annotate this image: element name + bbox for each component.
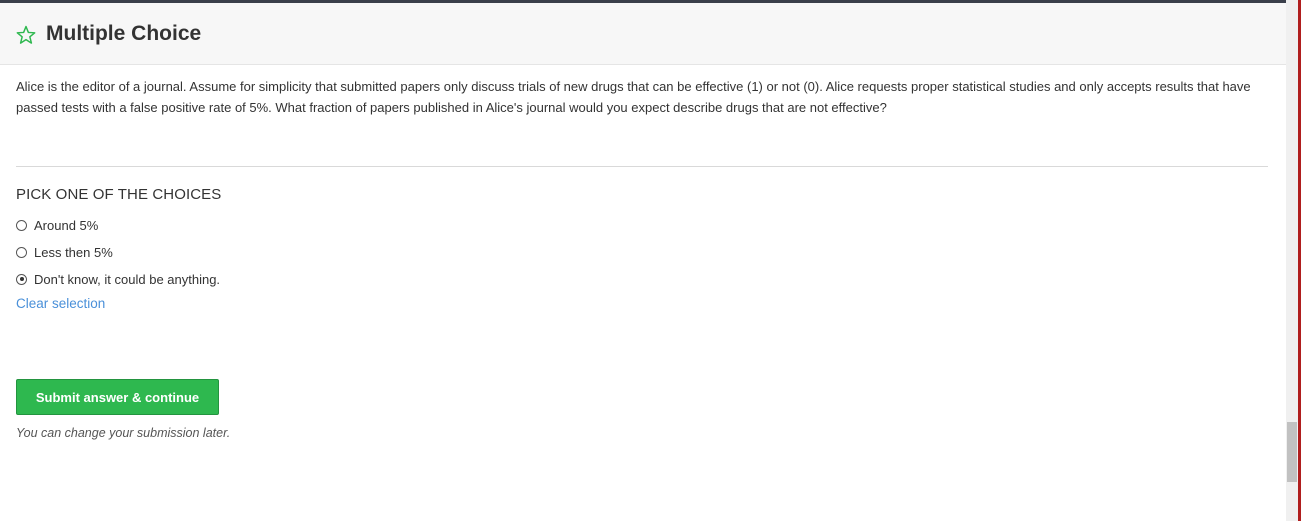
divider [16, 166, 1268, 167]
choice-label: Around 5% [34, 217, 99, 233]
question-header: Multiple Choice [0, 3, 1286, 65]
scrollbar-thumb[interactable] [1287, 422, 1297, 482]
star-icon[interactable] [15, 24, 37, 46]
choice-dont-know[interactable]: Don't know, it could be anything. [16, 270, 220, 288]
submit-button[interactable]: Submit answer & continue [16, 379, 219, 415]
choice-label: Less then 5% [34, 244, 113, 260]
choice-label: Don't know, it could be anything. [34, 271, 221, 287]
clear-selection-link[interactable]: Clear selection [16, 296, 105, 311]
choices-heading: PICK ONE OF THE CHOICES [16, 186, 222, 203]
choice-around-5[interactable]: Around 5% [16, 216, 98, 234]
radio-button[interactable] [16, 246, 27, 258]
submission-hint: You can change your submission later. [16, 426, 231, 440]
radio-button-selected[interactable] [16, 273, 27, 285]
choice-less-than-5[interactable]: Less then 5% [16, 243, 113, 261]
page-title: Multiple Choice [46, 22, 202, 45]
radio-button[interactable] [16, 219, 27, 231]
question-text: Alice is the editor of a journal. Assume… [16, 79, 1251, 115]
